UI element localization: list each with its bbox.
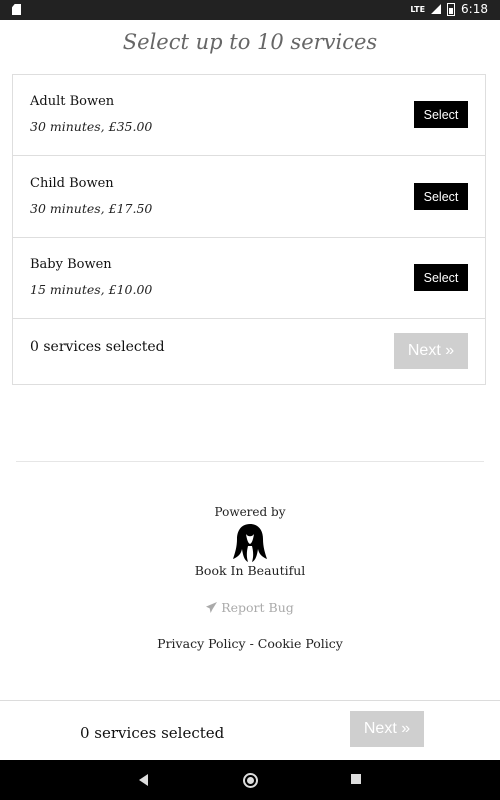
policy-separator: - xyxy=(245,636,258,651)
service-row: Baby Bowen 15 minutes, £10.00 Select xyxy=(13,238,485,319)
book-in-beautiful-logo-icon xyxy=(233,524,267,562)
cookie-policy-link[interactable]: Cookie Policy xyxy=(258,636,343,651)
network-type: LTE xyxy=(410,4,426,14)
service-duration-price: 15 minutes, £10.00 xyxy=(30,282,153,297)
privacy-policy-link[interactable]: Privacy Policy xyxy=(157,636,245,651)
page-title: Select up to 10 services xyxy=(122,30,378,54)
policy-links: Privacy Policy - Cookie Policy xyxy=(0,636,500,651)
service-duration-price: 30 minutes, £35.00 xyxy=(30,119,153,134)
service-name: Baby Bowen xyxy=(30,257,112,272)
select-child-bowen-button[interactable]: Select xyxy=(414,183,468,210)
select-baby-bowen-button[interactable]: Select xyxy=(414,264,468,291)
bottom-services-selected-count: 0 services selected xyxy=(80,724,225,742)
services-card: Adult Bowen 30 minutes, £35.00 Select Ch… xyxy=(12,74,486,385)
service-name: Child Bowen xyxy=(30,176,114,191)
select-adult-bowen-button[interactable]: Select xyxy=(414,101,468,128)
signal-icon xyxy=(431,4,442,14)
next-button[interactable]: Next » xyxy=(394,333,468,369)
back-icon[interactable] xyxy=(139,774,148,786)
service-duration-price: 30 minutes, £17.50 xyxy=(30,201,153,216)
android-nav-bar xyxy=(0,760,500,800)
status-bar: LTE 6:18 xyxy=(0,0,500,20)
bottom-action-bar: 0 services selected Next » xyxy=(0,700,500,760)
battery-icon xyxy=(447,2,456,16)
service-name: Adult Bowen xyxy=(30,94,115,109)
powered-by-label: Powered by xyxy=(214,505,286,519)
clock: 6:18 xyxy=(461,2,488,16)
sim-card-icon xyxy=(12,4,21,15)
report-bug-label: Report Bug xyxy=(221,600,294,615)
divider xyxy=(16,461,484,462)
home-icon[interactable] xyxy=(243,773,258,788)
brand-name: Book In Beautiful xyxy=(194,563,306,578)
service-row: Adult Bowen 30 minutes, £35.00 Select xyxy=(13,75,485,156)
selection-summary: 0 services selected Next » xyxy=(13,320,485,384)
report-bug-link[interactable]: Report Bug xyxy=(0,600,500,615)
recent-apps-icon[interactable] xyxy=(351,774,361,784)
services-selected-count: 0 services selected xyxy=(30,339,165,355)
service-row: Child Bowen 30 minutes, £17.50 Select xyxy=(13,157,485,238)
bottom-next-button[interactable]: Next » xyxy=(350,711,424,747)
paper-plane-icon xyxy=(206,602,218,613)
